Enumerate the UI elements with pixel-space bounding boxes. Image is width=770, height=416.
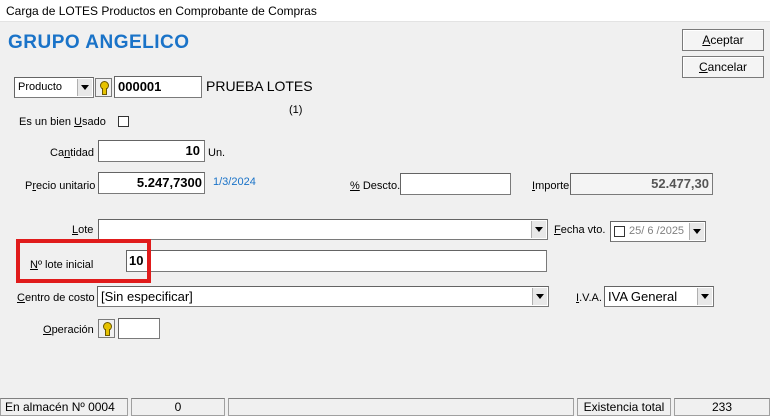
used-good-checkbox[interactable] [118, 116, 129, 127]
chevron-down-icon[interactable] [532, 288, 547, 305]
product-type-value: Producto [18, 81, 63, 93]
highlight-box [16, 239, 151, 283]
warehouse-label: En almacén Nº 0004 [0, 398, 128, 416]
quantity-unit: Un. [208, 147, 226, 159]
unit-price-field[interactable]: 5.247,7300 [98, 172, 205, 194]
used-good-label: Es un bien Usado [19, 116, 106, 128]
chevron-down-icon[interactable] [697, 288, 712, 305]
iva-value: IVA General [608, 289, 678, 304]
window-title: Carga de LOTES Productos en Comprobante … [6, 4, 317, 18]
price-date: 1/3/2024 [213, 176, 256, 188]
quantity-value: 10 [185, 143, 200, 158]
quantity-field[interactable]: 10 [98, 140, 205, 162]
title-bar: Carga de LOTES Productos en Comprobante … [0, 0, 770, 22]
expiry-value: 25/ 6 /2025 [629, 225, 685, 237]
stock-value: 233 [674, 398, 770, 416]
discount-field[interactable] [400, 173, 511, 195]
accept-button[interactable]: Aceptar [682, 29, 764, 51]
expiry-date-picker[interactable]: 25/ 6 /2025 [610, 221, 706, 242]
chevron-down-icon[interactable] [689, 223, 704, 240]
cost-center-value: [Sin especificar] [101, 289, 193, 304]
quantity-label: Cantidad [50, 147, 95, 159]
product-type-select[interactable]: Producto [14, 77, 94, 98]
iva-label: I.V.A. [576, 292, 602, 304]
status-spacer [228, 398, 574, 416]
product-code-field[interactable]: 000001 [114, 76, 202, 98]
expiry-label: Fecha vto. [554, 224, 606, 236]
cost-center-select[interactable]: [Sin especificar] [97, 286, 549, 307]
cost-center-label: Centro de costo [17, 292, 95, 304]
expiry-checkbox[interactable] [614, 226, 625, 237]
operation-search-button[interactable] [98, 319, 115, 338]
lot-label: Lote [72, 224, 94, 236]
stock-label: Existencia total [577, 398, 671, 416]
operation-label: Operación [43, 324, 94, 336]
iva-select[interactable]: IVA General [604, 286, 714, 307]
lot-select[interactable] [98, 219, 548, 240]
discount-label: % Descto. [350, 180, 401, 192]
product-code-value: 000001 [118, 79, 162, 94]
product-count-note: (1) [289, 104, 303, 116]
key-icon [99, 81, 109, 95]
amount-label: Importe [532, 180, 570, 192]
amount-field: 52.477,30 [570, 173, 713, 195]
unit-price-value: 5.247,7300 [136, 175, 202, 190]
key-icon [102, 322, 112, 336]
cancel-button[interactable]: Cancelar [682, 56, 764, 78]
chevron-down-icon[interactable] [77, 79, 92, 96]
operation-field[interactable] [118, 318, 160, 339]
company-name: GRUPO ANGELICO [8, 32, 190, 53]
initial-lot-field[interactable]: 10 [126, 250, 547, 272]
product-search-button[interactable] [95, 78, 112, 97]
warehouse-value: 0 [131, 398, 225, 416]
amount-value: 52.477,30 [651, 176, 709, 191]
chevron-down-icon[interactable] [531, 221, 546, 238]
product-name: PRUEBA LOTES [206, 78, 313, 94]
unit-price-label: Precio unitario [25, 180, 96, 192]
